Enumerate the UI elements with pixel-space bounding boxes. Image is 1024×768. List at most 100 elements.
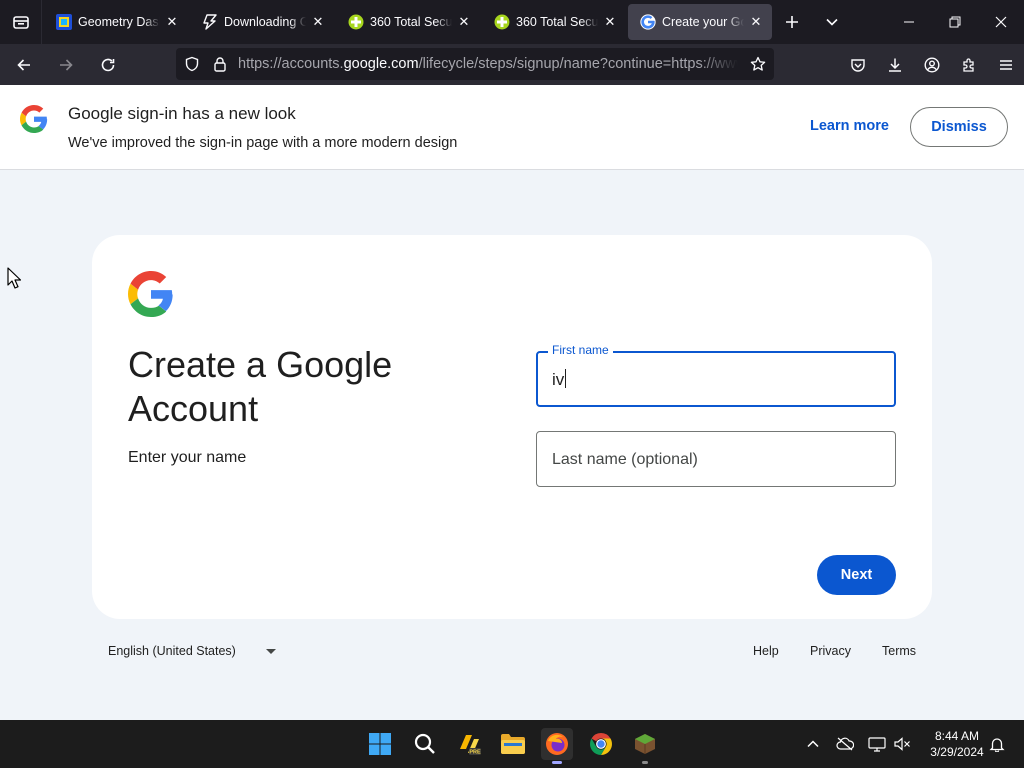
terms-link[interactable]: Terms	[882, 644, 916, 658]
restore-button[interactable]	[932, 0, 978, 44]
windows-logo-icon	[369, 733, 391, 755]
tab-title: 360 Total Security	[370, 15, 452, 29]
text-caret	[565, 369, 567, 388]
downloads-button[interactable]	[877, 49, 913, 81]
privacy-link[interactable]: Privacy	[810, 644, 851, 658]
tracking-protection-shield-icon[interactable]	[184, 56, 200, 72]
tab-title: Geometry Dash	[78, 15, 160, 29]
address-bar[interactable]: https://accounts.google.com/lifecycle/st…	[176, 48, 774, 80]
sign-in-new-look-banner: Google sign-in has a new look We've impr…	[0, 85, 1024, 170]
url-text[interactable]: https://accounts.google.com/lifecycle/st…	[238, 56, 738, 72]
bookmark-star-icon[interactable]	[750, 56, 766, 72]
new-tab-button[interactable]	[772, 0, 812, 44]
minecraft-grass-block-icon	[635, 734, 655, 754]
tab-create-google-account[interactable]: Create your Google Account ✕	[628, 4, 772, 40]
browser-nav-bar: https://accounts.google.com/lifecycle/st…	[0, 44, 1024, 85]
system-clock[interactable]: 8:44 AM 3/29/2024	[920, 728, 994, 760]
reload-button[interactable]	[90, 49, 126, 81]
page-subtitle: Enter your name	[128, 449, 247, 466]
windows-taskbar: PRE 8:44 AM 3/29/2024	[0, 720, 1024, 768]
firefox-view-button[interactable]	[0, 0, 42, 44]
start-button[interactable]	[364, 728, 396, 760]
minimize-icon	[904, 21, 914, 23]
bell-icon	[989, 738, 1005, 752]
browser-tab-bar: Geometry Dash ✕ Downloading Geometry Das…	[0, 0, 1024, 44]
notifications-button[interactable]	[987, 734, 1007, 754]
firefox-icon	[546, 733, 568, 755]
dropdown-arrow-icon	[265, 648, 276, 654]
first-name-field[interactable]: First name iv	[536, 343, 896, 407]
download-icon	[889, 58, 901, 72]
taskbar-minecraft[interactable]	[629, 728, 661, 764]
tab-close-icon[interactable]: ✕	[748, 14, 764, 30]
search-button[interactable]	[409, 728, 441, 760]
tab-close-icon[interactable]: ✕	[310, 14, 326, 30]
next-button[interactable]: Next	[817, 555, 896, 595]
first-name-label: First name	[548, 343, 613, 357]
language-label: English (United States)	[108, 644, 236, 658]
google-g-logo-icon	[20, 105, 48, 133]
page-footer: English (United States) Help Privacy Ter…	[0, 636, 1024, 668]
language-selector[interactable]: English (United States)	[108, 644, 276, 658]
tab-close-icon[interactable]: ✕	[602, 14, 618, 30]
close-icon	[995, 16, 1007, 28]
taskbar-file-explorer[interactable]	[497, 728, 529, 760]
tab-360-security-2[interactable]: 360 Total Security ✕	[482, 4, 626, 40]
show-hidden-icons-button[interactable]	[803, 734, 823, 754]
close-window-button[interactable]	[978, 0, 1024, 44]
mouse-cursor-icon	[7, 267, 21, 289]
pocket-button[interactable]	[840, 49, 876, 81]
tab-close-icon[interactable]: ✕	[164, 14, 180, 30]
learn-more-link[interactable]: Learn more	[810, 118, 889, 134]
minimize-button[interactable]	[886, 0, 932, 44]
last-name-field[interactable]: Last name (optional)	[536, 431, 896, 487]
network-tray[interactable]	[867, 734, 887, 754]
clock-date: 3/29/2024	[930, 745, 984, 759]
first-name-input[interactable]: iv	[552, 369, 567, 390]
tab-downloading[interactable]: Downloading Geometry Dash ✕	[190, 4, 334, 40]
onedrive-tray[interactable]	[835, 734, 855, 754]
last-name-input[interactable]: Last name (optional)	[552, 451, 698, 469]
folder-icon	[501, 734, 525, 754]
tab-geometry-dash[interactable]: Geometry Dash ✕	[44, 4, 188, 40]
toolbar-right	[839, 44, 1024, 85]
menu-button[interactable]	[988, 49, 1024, 81]
arrow-right-icon	[60, 58, 73, 71]
plus-icon	[786, 16, 798, 28]
volume-tray[interactable]	[892, 734, 912, 754]
back-button[interactable]	[6, 49, 42, 81]
firefox-view-icon	[12, 16, 29, 29]
banner-subtitle: We've improved the sign-in page with a m…	[68, 135, 458, 151]
360-security-icon	[494, 14, 510, 30]
tab-title: Downloading Geometry Dash	[224, 15, 306, 29]
tab-title: Create your Google Account	[662, 15, 744, 29]
search-icon	[414, 733, 435, 754]
dismiss-button[interactable]: Dismiss	[910, 107, 1008, 147]
download-bolt-icon	[202, 14, 218, 30]
url-path: /lifecycle/steps/signup/name?continue=ht…	[418, 56, 738, 72]
chrome-icon	[590, 733, 612, 755]
page-title: Create a Google Account	[128, 344, 393, 429]
window-controls	[886, 0, 1024, 44]
cloud-offline-icon	[836, 737, 854, 751]
url-host: google.com	[343, 56, 419, 72]
account-button[interactable]	[914, 49, 950, 81]
tab-close-icon[interactable]: ✕	[456, 14, 472, 30]
tab-360-security-1[interactable]: 360 Total Security ✕	[336, 4, 480, 40]
lock-icon[interactable]	[212, 56, 228, 72]
pocket-icon	[851, 58, 865, 72]
360-security-icon	[348, 14, 364, 30]
account-icon	[924, 56, 940, 73]
help-link[interactable]: Help	[753, 644, 779, 658]
taskbar-firefox[interactable]	[541, 728, 573, 764]
signup-card: Create a Google Account Enter your name …	[92, 235, 932, 619]
network-monitor-icon	[868, 737, 886, 752]
list-all-tabs-button[interactable]	[812, 0, 852, 44]
forward-button[interactable]	[48, 49, 84, 81]
hamburger-menu-icon	[1000, 59, 1012, 70]
taskbar-chrome[interactable]	[585, 728, 617, 760]
tab-title: 360 Total Security	[516, 15, 598, 29]
url-prefix: https://accounts.	[238, 56, 344, 72]
extensions-button[interactable]	[951, 49, 987, 81]
taskbar-copilot-pre[interactable]: PRE	[453, 728, 485, 760]
